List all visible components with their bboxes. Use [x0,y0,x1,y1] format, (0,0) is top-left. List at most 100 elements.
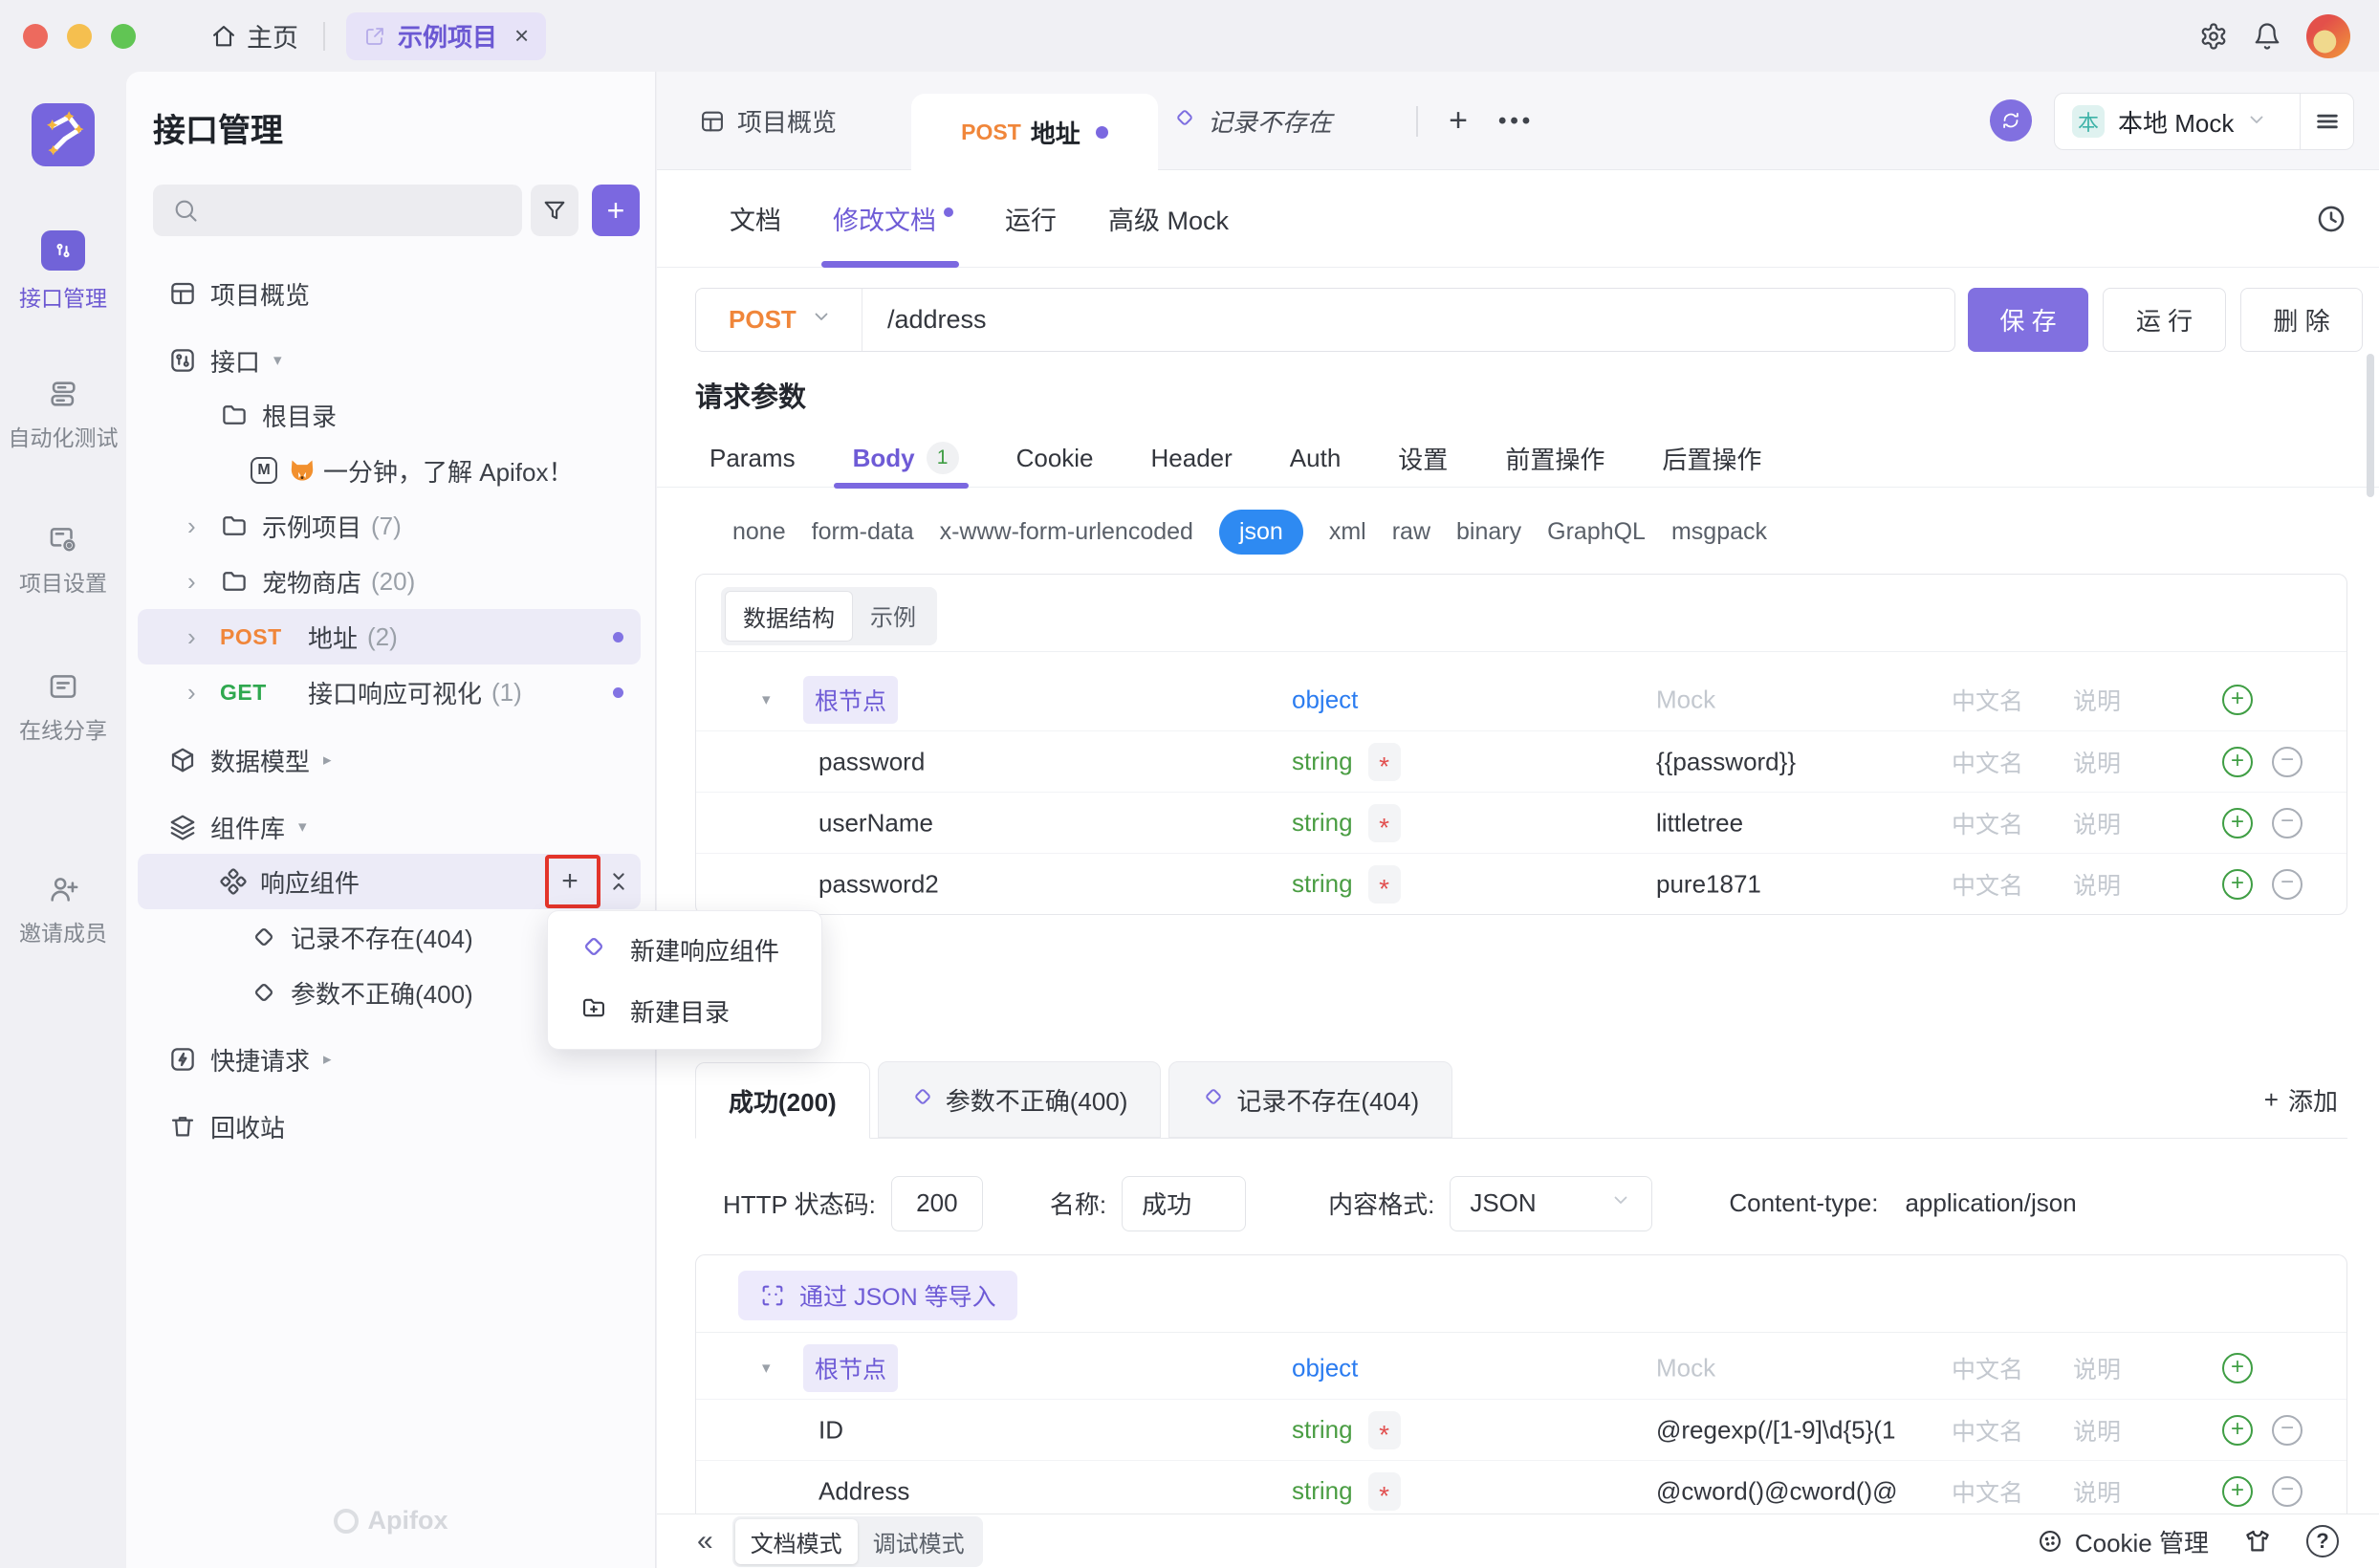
rail-item-api-management[interactable]: 接口管理 [0,230,126,313]
body-type-json-selected[interactable]: json [1219,510,1303,555]
type-string[interactable]: string [1292,869,1353,899]
tree-group-data-models[interactable]: 数据模型 ▸ [138,732,641,788]
bell-icon[interactable] [2253,22,2281,51]
chevron-right-icon[interactable]: › [187,678,220,708]
home-button[interactable]: 主页 [210,17,298,54]
remove-field-icon[interactable] [2272,747,2303,777]
tab-body[interactable]: Body 1 [853,428,959,488]
rail-item-online-share[interactable]: 在线分享 [0,670,126,745]
body-type-form-data[interactable]: form-data [812,518,914,546]
body-type-xml[interactable]: xml [1329,518,1366,546]
body-type-urlencoded[interactable]: x-www-form-urlencoded [940,518,1193,546]
chevron-right-icon[interactable]: › [187,567,220,597]
search-input[interactable] [153,185,522,236]
tree-item-root-folder[interactable]: 根目录 [138,387,641,443]
caret-down-icon[interactable]: ▾ [298,817,307,837]
caret-down-icon[interactable]: ▾ [762,1359,771,1378]
remove-field-icon[interactable] [2272,869,2303,900]
type-string[interactable]: string [1292,808,1353,838]
method-select[interactable]: POST [696,289,862,351]
run-button[interactable]: 运 行 [2103,288,2226,352]
tab-params[interactable]: Params [709,428,796,488]
toggle-data-structure[interactable]: 数据结构 [725,591,853,642]
content-format-select[interactable]: JSON [1450,1176,1652,1231]
tab-post-address-active[interactable]: POST 地址 [911,94,1158,171]
type-object[interactable]: object [1292,1354,1358,1383]
response-name-input[interactable]: 成功 [1122,1176,1246,1231]
tree-item-get-visualization[interactable]: › GET 接口响应可视化 (1) [138,664,641,720]
tab-response-404[interactable]: 记录不存在 [1173,72,1332,170]
tab-settings[interactable]: 设置 [1398,428,1448,488]
menu-item-new-response-component[interactable]: 新建响应组件 [548,919,821,980]
project-tab[interactable]: 示例项目 × [346,12,546,60]
type-string[interactable]: string [1292,1415,1353,1445]
close-window-button[interactable] [23,24,48,49]
collapse-sidebar-button[interactable]: « [697,1525,713,1557]
tab-response-400[interactable]: 参数不正确(400) [878,1061,1162,1138]
tab-post-processors[interactable]: 后置操作 [1662,428,1761,488]
tree-folder-sample-project[interactable]: › 示例项目 (7) [138,498,641,554]
env-menu-button[interactable] [2300,93,2353,150]
save-button[interactable]: 保 存 [1968,288,2088,352]
add-field-icon[interactable] [2222,685,2253,715]
caret-right-icon[interactable]: ▸ [323,751,332,770]
apifox-logo[interactable] [32,103,95,166]
tab-auth[interactable]: Auth [1290,428,1342,488]
remove-field-icon[interactable] [2272,808,2303,838]
caret-down-icon[interactable]: ▾ [273,351,282,370]
avatar[interactable] [2306,14,2350,58]
toggle-example[interactable]: 示例 [853,591,933,642]
doc-mode-button[interactable]: 文档模式 [735,1519,858,1564]
type-object[interactable]: object [1292,686,1358,715]
tab-response-200[interactable]: 成功(200) [695,1062,870,1139]
http-status-input[interactable]: 200 [891,1176,983,1231]
caret-down-icon[interactable]: ▾ [762,690,771,709]
delete-button[interactable]: 删 除 [2240,288,2363,352]
body-type-msgpack[interactable]: msgpack [1671,518,1767,546]
type-string[interactable]: string [1292,1476,1353,1506]
new-api-button[interactable]: + [592,185,640,236]
tree-item-project-overview[interactable]: 项目概览 [138,266,641,321]
remove-field-icon[interactable] [2272,1415,2303,1446]
tree-folder-pet-store[interactable]: › 宠物商店 (20) [138,554,641,609]
body-type-raw[interactable]: raw [1392,518,1430,546]
rail-item-invite-members[interactable]: 邀请成员 [0,873,126,947]
minimize-window-button[interactable] [67,24,92,49]
menu-item-new-folder[interactable]: 新建目录 [548,980,821,1041]
more-tabs-button[interactable]: ••• [1498,72,1534,170]
tab-header[interactable]: Header [1151,428,1233,488]
collapse-all-icon[interactable] [600,862,638,901]
add-field-icon[interactable] [2222,869,2253,900]
caret-right-icon[interactable]: ▸ [323,1050,332,1069]
tree-item-recycle-bin[interactable]: 回收站 [138,1099,641,1154]
tree-item-markdown-doc[interactable]: M 一分钟，了解 Apifox！ [138,443,641,498]
add-response-button[interactable]: +添加 [2264,1082,2347,1118]
body-type-graphql[interactable]: GraphQL [1547,518,1646,546]
rail-item-automated-testing[interactable]: 自动化测试 [0,378,126,452]
debug-mode-button[interactable]: 调试模式 [858,1519,980,1564]
rail-item-project-settings[interactable]: 项目设置 [0,523,126,598]
tshirt-theme-icon[interactable] [2243,1527,2272,1556]
root-node-chip[interactable]: 根节点 [803,676,898,724]
add-field-icon[interactable] [2222,808,2253,838]
add-field-icon[interactable] [2222,747,2253,777]
tree-group-apis[interactable]: 接口 ▾ [138,333,641,388]
tab-advanced-mock[interactable]: 高级 Mock [1108,170,1229,268]
add-field-icon[interactable] [2222,1353,2253,1383]
body-type-none[interactable]: none [732,518,786,546]
body-type-binary[interactable]: binary [1456,518,1521,546]
chevron-right-icon[interactable]: › [187,512,220,541]
tab-project-overview[interactable]: 项目概览 [699,72,837,170]
close-project-tab-icon[interactable]: × [514,21,529,51]
history-button[interactable] [2315,170,2347,268]
chevron-right-icon[interactable]: › [187,622,220,652]
cookie-manager-button[interactable]: Cookie 管理 [2037,1524,2209,1559]
tab-response-404[interactable]: 记录不存在(404) [1168,1061,1452,1138]
tree-item-post-address[interactable]: › POST 地址 (2) [138,609,641,664]
tab-doc[interactable]: 文档 [730,170,781,268]
root-node-chip[interactable]: 根节点 [803,1344,898,1392]
tab-pre-processors[interactable]: 前置操作 [1505,428,1604,488]
remove-field-icon[interactable] [2272,1476,2303,1507]
scrollbar-thumb[interactable] [2367,354,2374,497]
import-json-button[interactable]: 通过 JSON 等导入 [738,1271,1017,1320]
